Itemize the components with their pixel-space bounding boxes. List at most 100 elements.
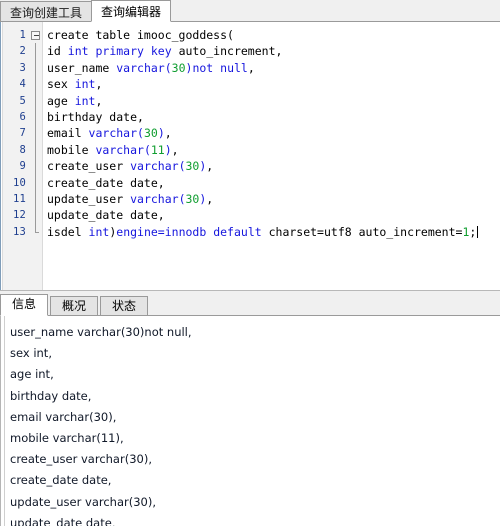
code-token-plain: create_date date, bbox=[47, 175, 165, 190]
line-number: 4 bbox=[19, 78, 26, 91]
log-line: create_user varchar(30), bbox=[10, 452, 152, 467]
code-token-num: 11 bbox=[150, 142, 165, 157]
tab-profile[interactable]: 概况 bbox=[50, 296, 99, 316]
code-token-plain: birthday date, bbox=[47, 109, 144, 124]
code-line: user_name varchar(30)not null, bbox=[47, 60, 500, 76]
code-token-num: 30 bbox=[185, 191, 200, 206]
log-line: update_date date, bbox=[10, 515, 116, 526]
code-token-kw: ( bbox=[178, 191, 186, 206]
fold-row bbox=[29, 141, 42, 159]
tab-status[interactable]: 状态 bbox=[100, 296, 149, 316]
log-line: sex int, bbox=[10, 346, 52, 361]
code-token-num: 30 bbox=[185, 159, 200, 174]
fold-row bbox=[29, 59, 42, 77]
line-number: 12 bbox=[12, 209, 26, 222]
code-token-kw: ( bbox=[143, 142, 151, 157]
code-token-kw: ( bbox=[178, 159, 186, 174]
code-line: email varchar(30), bbox=[47, 125, 500, 141]
fold-row bbox=[29, 174, 42, 191]
fold-guide-line-icon bbox=[35, 43, 36, 60]
fold-guide-line-icon bbox=[35, 125, 36, 142]
query-editor-window: 查询创建工具 查询编辑器 1 2 3 4 5 6 7 8 9 10 11 12 … bbox=[0, 0, 500, 526]
code-token-plain: , bbox=[95, 77, 103, 92]
sql-editor-inner: 1 2 3 4 5 6 7 8 9 10 11 12 13 create tab… bbox=[0, 22, 500, 290]
fold-end-icon bbox=[35, 223, 39, 233]
code-token-plain: user_name bbox=[47, 60, 117, 75]
code-token-plain: id bbox=[47, 44, 68, 59]
code-token-kw: int bbox=[88, 224, 110, 239]
code-token-plain: , bbox=[164, 126, 172, 141]
code-token-num: 30 bbox=[171, 60, 186, 75]
fold-row bbox=[29, 108, 42, 126]
code-line: isdel int)engine=innodb default charset=… bbox=[47, 224, 500, 240]
code-line: mobile varchar(11), bbox=[47, 142, 500, 158]
line-number: 7 bbox=[19, 127, 26, 140]
code-folding-margin[interactable] bbox=[29, 22, 43, 290]
line-number: 3 bbox=[19, 61, 26, 74]
code-token-plain: , bbox=[171, 142, 179, 157]
fold-row[interactable] bbox=[29, 27, 42, 43]
code-token-kw: varchar bbox=[130, 191, 179, 206]
line-number: 5 bbox=[19, 94, 26, 107]
code-line: birthday date, bbox=[47, 109, 500, 125]
message-log-box[interactable]: user_name varchar(30)not null, sex int, ag… bbox=[0, 315, 500, 526]
code-token-plain: create_user bbox=[47, 159, 131, 174]
log-line: email varchar(30), bbox=[10, 409, 117, 424]
code-token-kw: not null bbox=[192, 60, 248, 75]
sql-code-text[interactable]: create table imooc_goddess(id int primar… bbox=[43, 22, 500, 290]
code-token-plain: auto_increment, bbox=[171, 44, 283, 59]
fold-row bbox=[29, 158, 42, 175]
code-line: create_date date, bbox=[47, 175, 500, 191]
fold-guide-line-icon bbox=[35, 174, 36, 191]
fold-guide-line-icon bbox=[35, 92, 36, 109]
line-number: 2 bbox=[19, 45, 26, 58]
code-token-kw: ) bbox=[164, 142, 172, 157]
fold-collapse-icon[interactable] bbox=[31, 30, 40, 40]
fold-guide-line-icon bbox=[35, 190, 36, 208]
sql-editor-pane[interactable]: 1 2 3 4 5 6 7 8 9 10 11 12 13 create tab… bbox=[0, 21, 500, 291]
code-line: id int primary key auto_increment, bbox=[47, 43, 500, 59]
code-token-kw: int bbox=[74, 93, 96, 108]
code-line: create table imooc_goddess( bbox=[47, 27, 500, 43]
code-token-plain: ; bbox=[469, 224, 477, 239]
fold-row bbox=[29, 207, 42, 224]
code-token-kw: varchar bbox=[116, 60, 165, 75]
line-number: 1 bbox=[19, 29, 26, 41]
code-token-plain: , bbox=[95, 93, 103, 108]
log-line: birthday date, bbox=[10, 388, 92, 403]
log-line: user_name varchar(30)not null, bbox=[10, 325, 192, 339]
code-token-kw: ( bbox=[137, 126, 144, 141]
top-tabstrip: 查询创建工具 查询编辑器 bbox=[0, 0, 500, 22]
code-token-kw: varchar bbox=[95, 142, 144, 157]
tab-query-builder[interactable]: 查询创建工具 bbox=[0, 1, 93, 22]
line-number: 6 bbox=[19, 110, 26, 123]
log-line: update_user varchar(30), bbox=[10, 494, 156, 509]
code-token-kw: engine=innodb default bbox=[116, 224, 262, 239]
log-line: age int, bbox=[10, 367, 54, 382]
line-number-gutter: 1 2 3 4 5 6 7 8 9 10 11 12 13 bbox=[3, 22, 29, 290]
fold-guide-line-icon bbox=[35, 141, 36, 159]
fold-row bbox=[29, 190, 42, 208]
tabstrip-filler bbox=[170, 1, 500, 22]
code-token-kw: int bbox=[74, 77, 96, 92]
tab-message[interactable]: 信息 bbox=[0, 294, 49, 316]
results-tabstrip: 信息 概况 状态 bbox=[0, 294, 500, 316]
code-token-plain: email bbox=[47, 126, 89, 141]
code-token-kw: int primary key bbox=[67, 44, 172, 59]
code-token-plain: sex bbox=[47, 77, 75, 92]
code-token-plain: charset=utf8 auto_increment= bbox=[261, 224, 463, 239]
results-panel: 信息 概况 状态 user_name varchar(30)not null, s… bbox=[0, 292, 500, 526]
code-line: update_date date, bbox=[47, 207, 500, 223]
code-line: age int, bbox=[47, 93, 500, 109]
code-token-plain: age bbox=[47, 93, 75, 108]
log-line: create_date date, bbox=[10, 473, 112, 488]
line-number: 8 bbox=[19, 143, 26, 156]
fold-guide-line-icon bbox=[35, 108, 36, 126]
fold-guide-line-icon bbox=[35, 59, 36, 77]
fold-guide-line-icon bbox=[35, 158, 36, 175]
message-log-lines: user_name varchar(30)not null, sex int, ag… bbox=[5, 316, 500, 526]
line-number: 13 bbox=[12, 225, 26, 238]
code-token-plain: , bbox=[247, 60, 255, 75]
fold-row bbox=[29, 223, 42, 240]
tab-query-editor[interactable]: 查询编辑器 bbox=[91, 0, 172, 22]
